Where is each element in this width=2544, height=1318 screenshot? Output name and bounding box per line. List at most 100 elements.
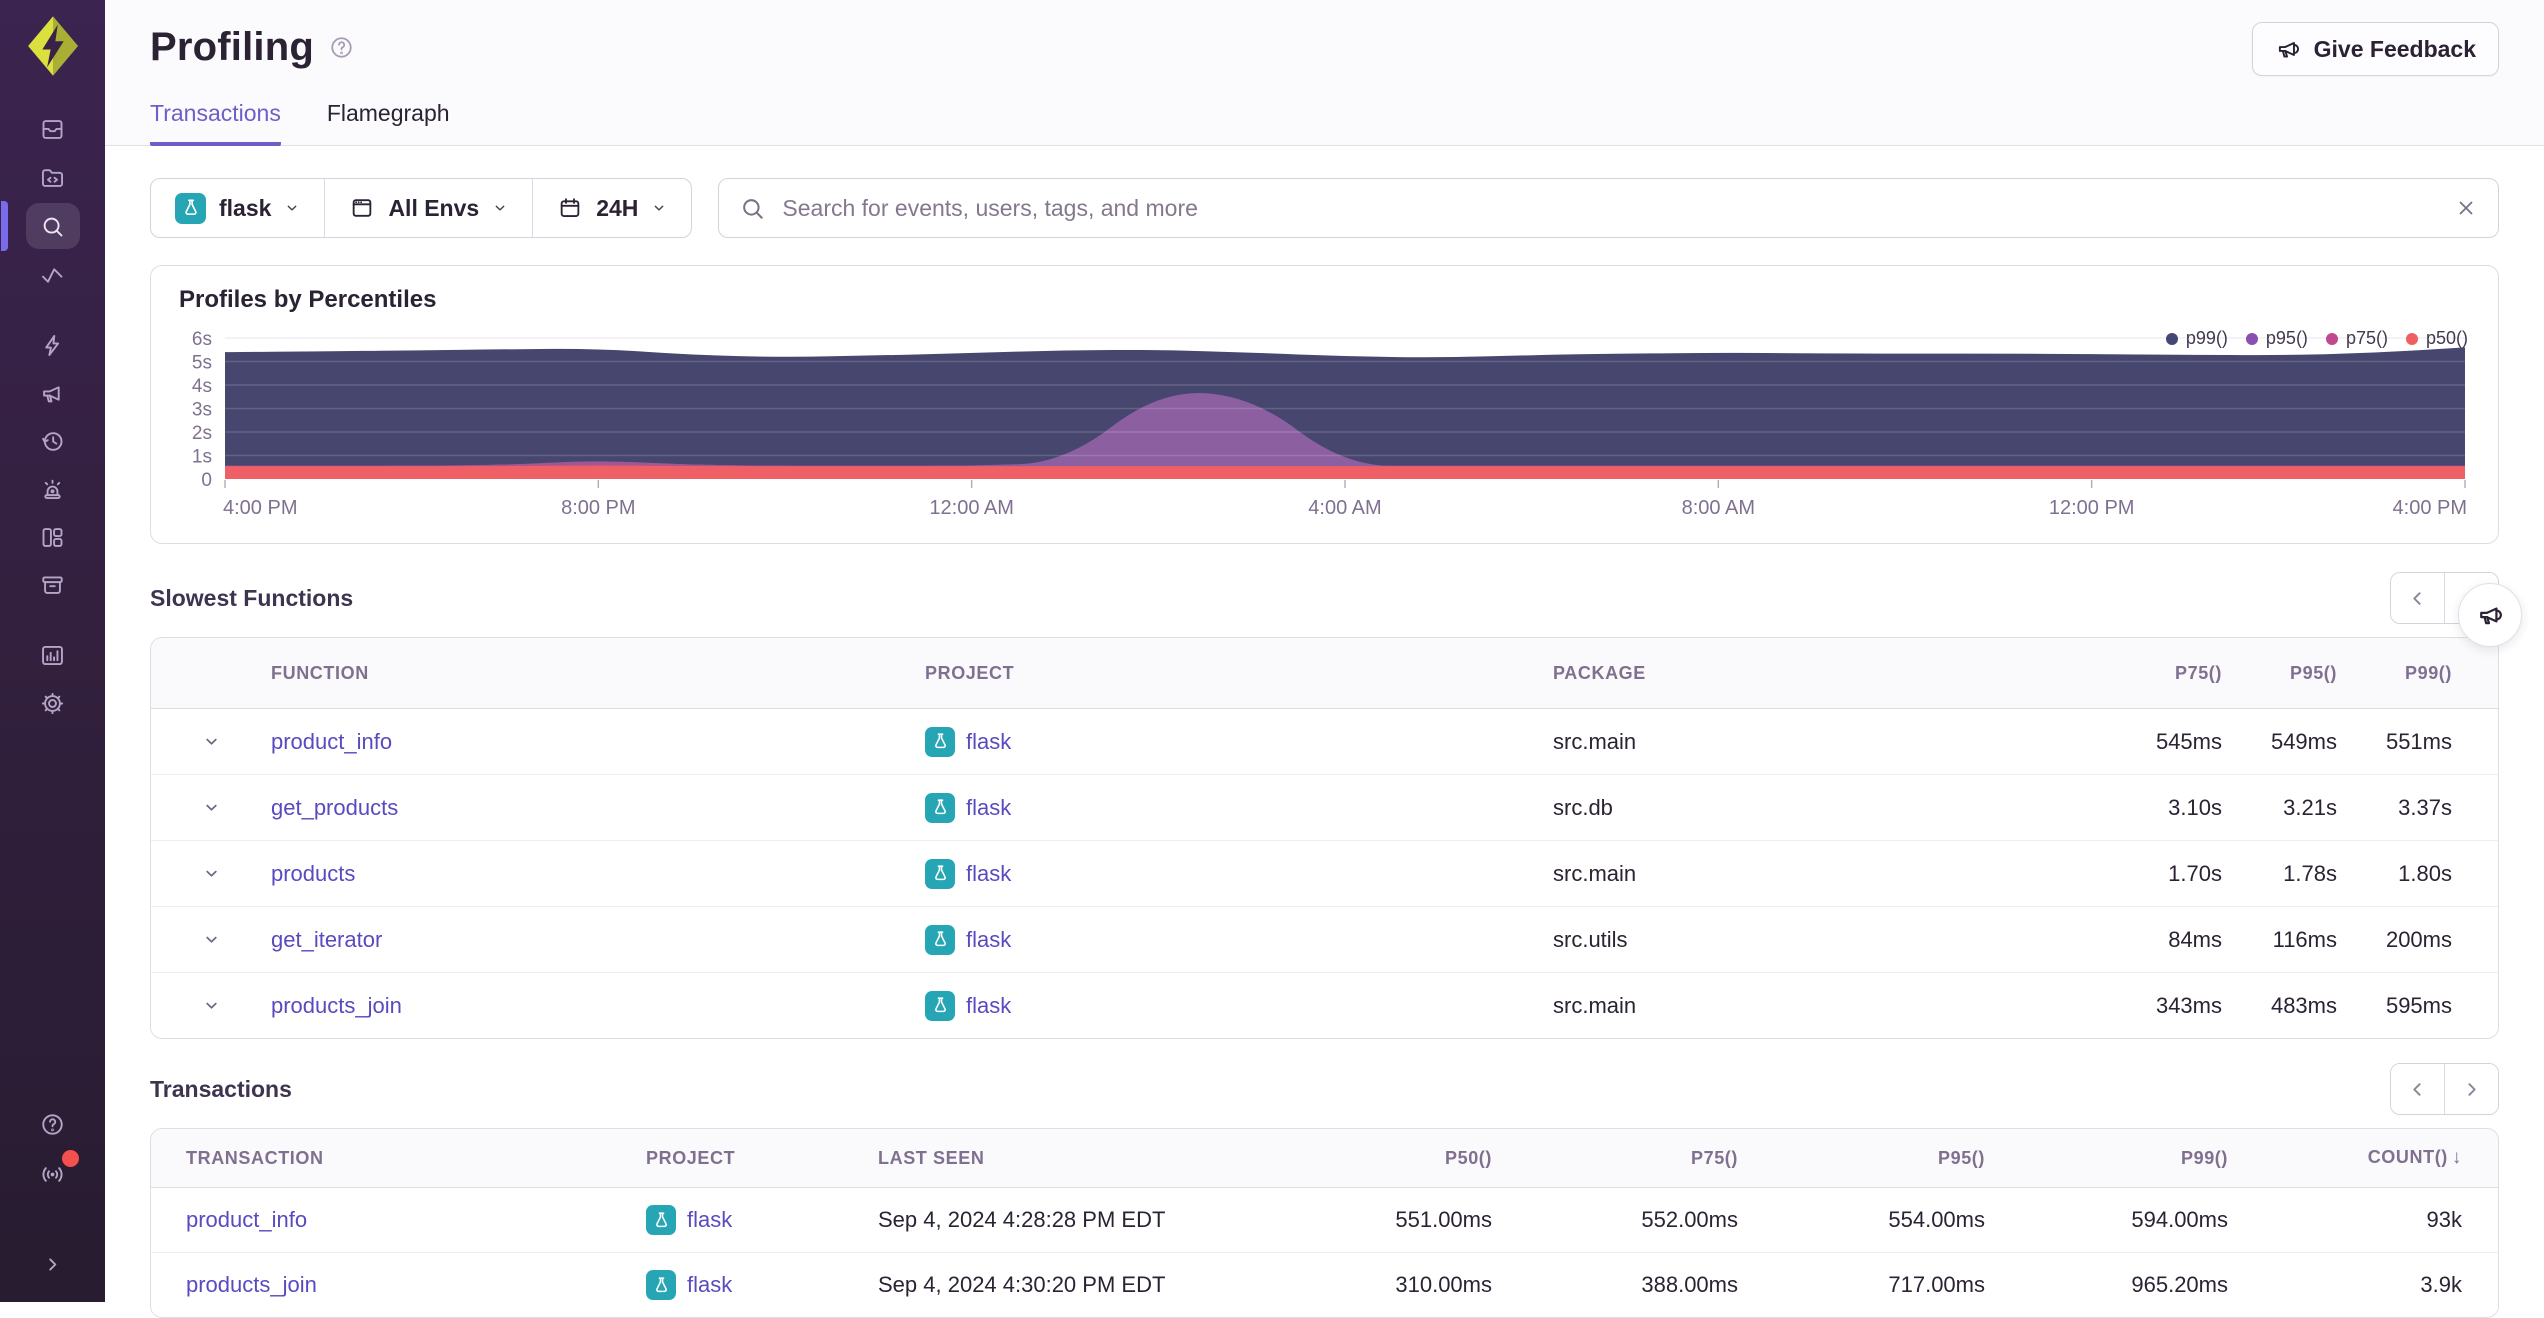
flask-project-icon <box>925 990 955 1021</box>
search-input[interactable] <box>780 193 2440 223</box>
function-link[interactable]: get_products <box>271 795 398 820</box>
legend-dot <box>2325 332 2338 345</box>
function-link[interactable]: products_join <box>271 993 402 1018</box>
project-link[interactable]: flask <box>966 861 1011 887</box>
column-header-function[interactable]: FUNCTION <box>271 663 925 684</box>
sidebar-whats-new-icon[interactable] <box>31 371 75 415</box>
svg-text:0: 0 <box>201 470 212 491</box>
row-expander-chevron-down-icon[interactable] <box>151 798 271 817</box>
sidebar-alerts-icon[interactable] <box>31 467 75 511</box>
megaphone-icon <box>2476 601 2504 629</box>
sidebar-projects-icon[interactable] <box>31 155 75 199</box>
column-header-count[interactable]: COUNT() ↓ <box>2228 1147 2462 1169</box>
transaction-link[interactable]: products_join <box>186 1272 317 1297</box>
row-expander-chevron-down-icon[interactable] <box>151 864 271 883</box>
legend-item-p99[interactable]: p99() <box>2165 328 2228 349</box>
column-header-p99[interactable]: P99() <box>2337 663 2452 684</box>
p75-cell: 343ms <box>2155 992 2222 1018</box>
clear-search-icon[interactable] <box>2454 196 2478 220</box>
next-page-button[interactable] <box>2444 1064 2498 1114</box>
project-link[interactable]: flask <box>966 927 1011 953</box>
page-title: Profiling <box>150 25 315 69</box>
previous-page-button[interactable] <box>2391 1064 2444 1114</box>
function-link[interactable]: get_iterator <box>271 927 382 952</box>
project-cell: flask <box>925 924 1553 955</box>
sidebar-history-icon[interactable] <box>31 419 75 463</box>
column-header-p75[interactable]: P75() <box>2072 663 2222 684</box>
environment-filter[interactable]: All Envs <box>324 179 532 237</box>
chart-title: Profiles by Percentiles <box>179 286 437 313</box>
sidebar-quick-start-icon[interactable] <box>31 323 75 367</box>
p95-cell: 554.00ms <box>1888 1207 1985 1232</box>
project-link[interactable]: flask <box>687 1207 732 1233</box>
row-expander-chevron-down-icon[interactable] <box>151 930 271 949</box>
project-link[interactable]: flask <box>966 993 1011 1019</box>
row-expander-chevron-down-icon[interactable] <box>151 732 271 751</box>
table-row: products_join flask src.main 343ms 483ms 595m… <box>151 972 2498 1038</box>
sidebar-broadcast-icon[interactable] <box>31 1150 79 1196</box>
column-header-project[interactable]: PROJECT <box>925 663 1553 684</box>
package-cell: src.main <box>1553 728 1637 754</box>
tab-flamegraph[interactable]: Flamegraph <box>327 100 450 146</box>
p95-cell: 3.21s <box>2283 794 2337 820</box>
transaction-link[interactable]: product_info <box>186 1207 307 1232</box>
p95-cell: 1.78s <box>2283 860 2337 886</box>
function-link[interactable]: product_info <box>271 729 392 754</box>
give-feedback-button[interactable]: Give Feedback <box>2251 22 2499 76</box>
page-help-icon[interactable] <box>328 34 355 61</box>
chart-legend: p99() p95() p75() p50() <box>2165 328 2468 349</box>
column-header-p95[interactable]: P95() <box>1738 1148 1985 1169</box>
column-header-p50[interactable]: P50() <box>1292 1148 1492 1169</box>
legend-item-p75[interactable]: p75() <box>2325 328 2388 349</box>
sentry-logo[interactable] <box>24 14 82 83</box>
sidebar-dashboards-icon[interactable] <box>31 515 75 559</box>
sidebar-releases-icon[interactable] <box>31 563 75 607</box>
project-cell: flask <box>925 990 1553 1021</box>
row-expander-chevron-down-icon[interactable] <box>151 996 271 1015</box>
column-header-lastseen[interactable]: LAST SEEN <box>878 1148 1292 1169</box>
project-link[interactable]: flask <box>966 795 1011 821</box>
sidebar-collapse-icon[interactable] <box>31 1242 75 1286</box>
flask-project-icon <box>175 192 206 224</box>
p75-cell: 84ms <box>2168 926 2222 952</box>
project-cell: flask <box>925 792 1553 823</box>
search-bar <box>718 178 2499 238</box>
floating-feedback-button[interactable] <box>2458 583 2522 647</box>
transaction-cell: product_info <box>186 1207 646 1233</box>
svg-text:4:00 PM: 4:00 PM <box>2393 497 2467 519</box>
sidebar-settings-icon[interactable] <box>31 681 75 725</box>
transaction-cell: products_join <box>186 1272 646 1298</box>
p99-cell: 594.00ms <box>2131 1207 2228 1232</box>
column-header-p95[interactable]: P95() <box>2222 663 2337 684</box>
project-filter[interactable]: flask <box>151 179 324 237</box>
project-link[interactable]: flask <box>687 1272 732 1298</box>
sidebar-help-icon[interactable] <box>31 1102 75 1146</box>
svg-text:6s: 6s <box>192 329 212 350</box>
legend-item-p50[interactable]: p50() <box>2405 328 2468 349</box>
table-row: get_iterator flask src.utils 84ms 116ms 200ms <box>151 906 2498 972</box>
legend-label: p75() <box>2345 328 2388 348</box>
function-link[interactable]: products <box>271 861 355 886</box>
sidebar-stats-icon[interactable] <box>31 633 75 677</box>
sidebar-issues-icon[interactable] <box>31 107 75 151</box>
column-header-project[interactable]: PROJECT <box>646 1148 878 1169</box>
column-header-p99[interactable]: P99() <box>1985 1148 2228 1169</box>
legend-item-p95[interactable]: p95() <box>2245 328 2308 349</box>
slowest-functions-table: FUNCTION PROJECT PACKAGE P75() P95() P99() pr… <box>150 637 2499 1039</box>
legend-dot <box>2245 332 2258 345</box>
column-header-p75[interactable]: P75() <box>1492 1148 1738 1169</box>
chevron-down-icon <box>284 200 300 216</box>
date-range-filter[interactable]: 24H <box>532 179 691 237</box>
svg-text:2s: 2s <box>192 423 212 444</box>
p99-cell: 1.80s <box>2398 860 2452 886</box>
p99-cell: 595ms <box>2385 992 2452 1018</box>
search-icon <box>739 195 766 222</box>
sidebar-explore-search-icon[interactable] <box>0 201 80 251</box>
sidebar-traces-icon[interactable] <box>31 253 75 297</box>
column-header-package[interactable]: PACKAGE <box>1553 663 2072 684</box>
column-header-transaction[interactable]: TRANSACTION <box>186 1148 646 1169</box>
tab-transactions[interactable]: Transactions <box>150 100 281 146</box>
project-link[interactable]: flask <box>966 729 1011 755</box>
function-cell: products <box>271 861 925 887</box>
previous-page-button[interactable] <box>2391 573 2444 623</box>
